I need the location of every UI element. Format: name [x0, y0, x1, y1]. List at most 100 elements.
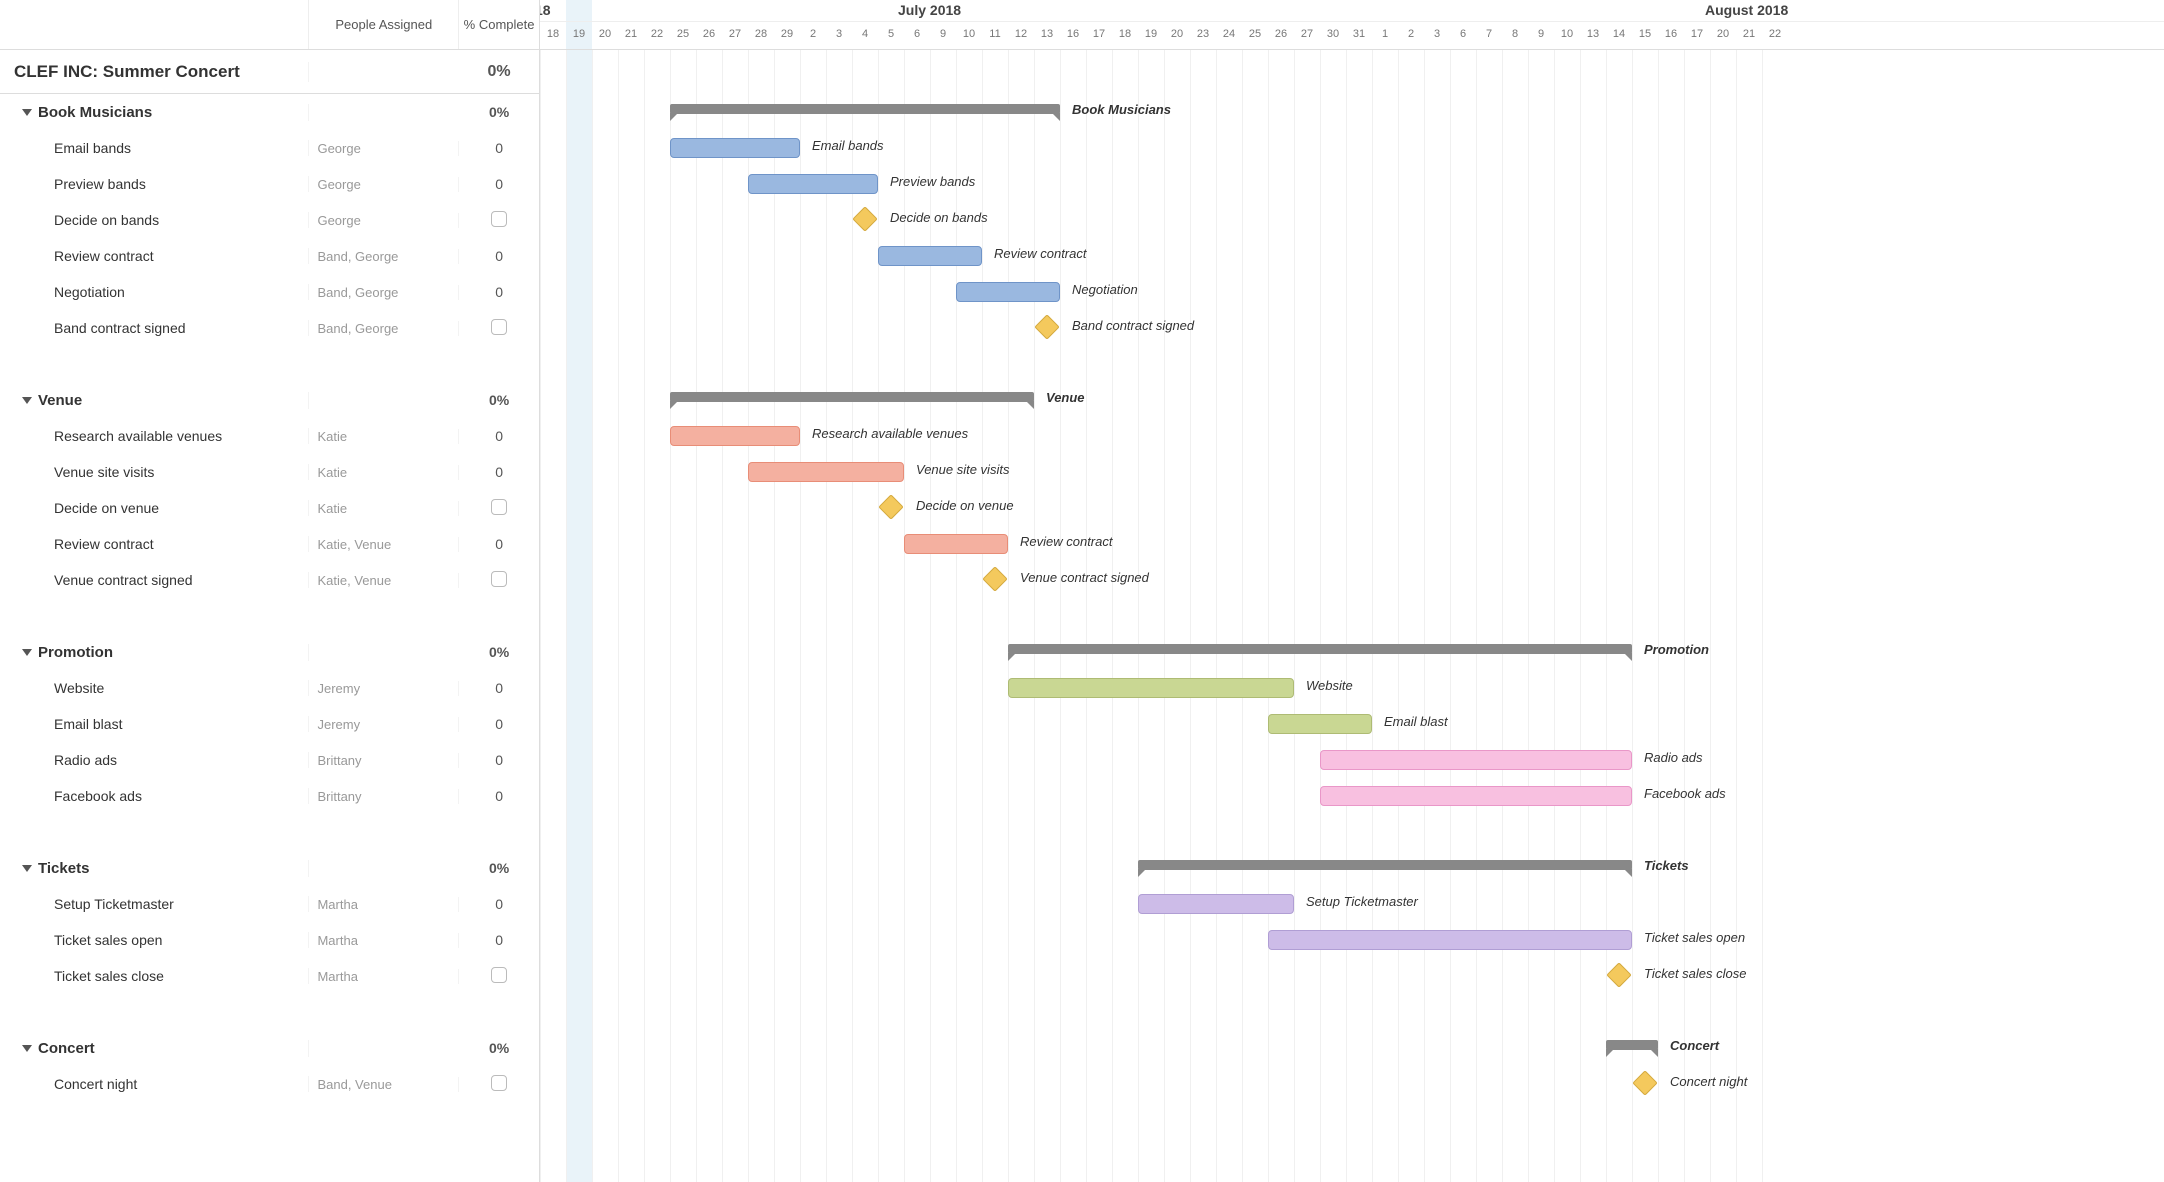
task-bar-label: Review contract	[994, 246, 1086, 261]
task-row[interactable]: Decide on venueKatie	[0, 490, 539, 526]
row-name: Negotiation	[54, 284, 125, 300]
project-pct: 0%	[459, 63, 539, 81]
day-cell: 29	[774, 28, 800, 40]
task-bar[interactable]	[1320, 786, 1632, 806]
task-bar[interactable]	[904, 534, 1008, 554]
task-bar[interactable]	[1138, 894, 1294, 914]
task-bar-label: Radio ads	[1644, 750, 1703, 765]
task-row[interactable]: Concert nightBand, Venue	[0, 1066, 539, 1102]
task-bar[interactable]	[1268, 714, 1372, 734]
disclosure-triangle-icon[interactable]	[22, 397, 32, 404]
task-row[interactable]: NegotiationBand, George0	[0, 274, 539, 310]
row-pct: 0	[459, 680, 539, 696]
task-bar-label: Decide on venue	[916, 498, 1014, 513]
gantt-area[interactable]: 18July 2018August 2018 18192021222526272…	[540, 0, 2164, 1182]
task-row[interactable]: Venue contract signedKatie, Venue	[0, 562, 539, 598]
day-cell: 20	[1164, 28, 1190, 40]
col-pct-header[interactable]: % Complete	[459, 0, 539, 49]
row-pct	[459, 319, 539, 338]
task-bar-label: Preview bands	[890, 174, 975, 189]
complete-checkbox[interactable]	[491, 211, 507, 227]
complete-checkbox[interactable]	[491, 319, 507, 335]
task-bar[interactable]	[1320, 750, 1632, 770]
row-pct: 0	[459, 140, 539, 156]
task-row[interactable]: Preview bandsGeorge0	[0, 166, 539, 202]
group-row[interactable]: Book Musicians 0%	[0, 94, 539, 130]
task-row[interactable]: Venue site visitsKatie0	[0, 454, 539, 490]
row-name: Setup Ticketmaster	[54, 896, 174, 912]
task-bar[interactable]	[1008, 678, 1294, 698]
summary-bar[interactable]	[1008, 644, 1632, 654]
task-row[interactable]: Band contract signedBand, George	[0, 310, 539, 346]
complete-checkbox[interactable]	[491, 499, 507, 515]
task-row[interactable]: Research available venuesKatie0	[0, 418, 539, 454]
milestone-diamond-icon[interactable]	[1606, 962, 1631, 987]
complete-checkbox[interactable]	[491, 967, 507, 983]
milestone-diamond-icon[interactable]	[1034, 314, 1059, 339]
task-bar[interactable]	[670, 426, 800, 446]
task-row[interactable]: Email bandsGeorge0	[0, 130, 539, 166]
complete-checkbox[interactable]	[491, 571, 507, 587]
row-assigned: Martha	[309, 897, 459, 912]
day-cell: 17	[1684, 28, 1710, 40]
complete-checkbox[interactable]	[491, 1075, 507, 1091]
task-bar[interactable]	[748, 174, 878, 194]
day-cell: 16	[1658, 28, 1684, 40]
task-row[interactable]: Ticket sales openMartha0	[0, 922, 539, 958]
task-row[interactable]: Review contractBand, George0	[0, 238, 539, 274]
group-row[interactable]: Promotion0%	[0, 634, 539, 670]
disclosure-triangle-icon[interactable]	[22, 109, 32, 116]
milestone-diamond-icon[interactable]	[982, 566, 1007, 591]
row-name: Website	[54, 680, 104, 696]
task-bar-label: Review contract	[1020, 534, 1112, 549]
project-row[interactable]: CLEF INC: Summer Concert 0%	[0, 50, 539, 94]
task-row[interactable]: Review contractKatie, Venue0	[0, 526, 539, 562]
row-assigned: George	[309, 177, 459, 192]
task-bar[interactable]	[1268, 930, 1632, 950]
row-assigned: Brittany	[309, 789, 459, 804]
task-bar-label: Decide on bands	[890, 210, 988, 225]
group-row[interactable]: Concert0%	[0, 1030, 539, 1066]
day-cell: 9	[1528, 28, 1554, 40]
milestone-diamond-icon[interactable]	[852, 206, 877, 231]
summary-bar[interactable]	[1606, 1040, 1658, 1050]
row-name: Book Musicians	[38, 104, 152, 121]
day-cell: 17	[1086, 28, 1112, 40]
disclosure-triangle-icon[interactable]	[22, 865, 32, 872]
col-people-header[interactable]: People Assigned	[309, 0, 459, 49]
col-name-header[interactable]	[0, 0, 309, 49]
disclosure-triangle-icon[interactable]	[22, 649, 32, 656]
task-row[interactable]: Decide on bandsGeorge	[0, 202, 539, 238]
row-pct: 0	[459, 896, 539, 912]
summary-bar[interactable]	[1138, 860, 1632, 870]
row-name: Facebook ads	[54, 788, 142, 804]
task-bar[interactable]	[670, 138, 800, 158]
row-name: Decide on bands	[54, 212, 159, 228]
task-row[interactable]: Email blastJeremy0	[0, 706, 539, 742]
task-row[interactable]: Setup Ticketmaster Martha0	[0, 886, 539, 922]
summary-bar[interactable]	[670, 392, 1034, 402]
task-bar[interactable]	[748, 462, 904, 482]
task-row[interactable]: Facebook adsBrittany0	[0, 778, 539, 814]
task-row[interactable]: Ticket sales close Martha	[0, 958, 539, 994]
row-name: Ticket sales close	[54, 968, 164, 984]
task-row[interactable]: Radio adsBrittany0	[0, 742, 539, 778]
summary-bar[interactable]	[670, 104, 1060, 114]
disclosure-triangle-icon[interactable]	[22, 1045, 32, 1052]
milestone-diamond-icon[interactable]	[878, 494, 903, 519]
row-name: Ticket sales open	[54, 932, 162, 948]
task-bar[interactable]	[956, 282, 1060, 302]
row-pct	[459, 1075, 539, 1094]
task-row[interactable]: WebsiteJeremy0	[0, 670, 539, 706]
group-row[interactable]: Venue0%	[0, 382, 539, 418]
row-assigned: Martha	[309, 969, 459, 984]
row-pct: 0%	[459, 104, 539, 120]
group-row[interactable]: Tickets0%	[0, 850, 539, 886]
day-cell: 19	[566, 28, 592, 40]
day-cell: 23	[1190, 28, 1216, 40]
row-name: Venue contract signed	[54, 572, 193, 588]
milestone-diamond-icon[interactable]	[1632, 1070, 1657, 1095]
summary-label: Promotion	[1644, 642, 1709, 657]
task-grid: People Assigned % Complete CLEF INC: Sum…	[0, 0, 540, 1182]
task-bar[interactable]	[878, 246, 982, 266]
